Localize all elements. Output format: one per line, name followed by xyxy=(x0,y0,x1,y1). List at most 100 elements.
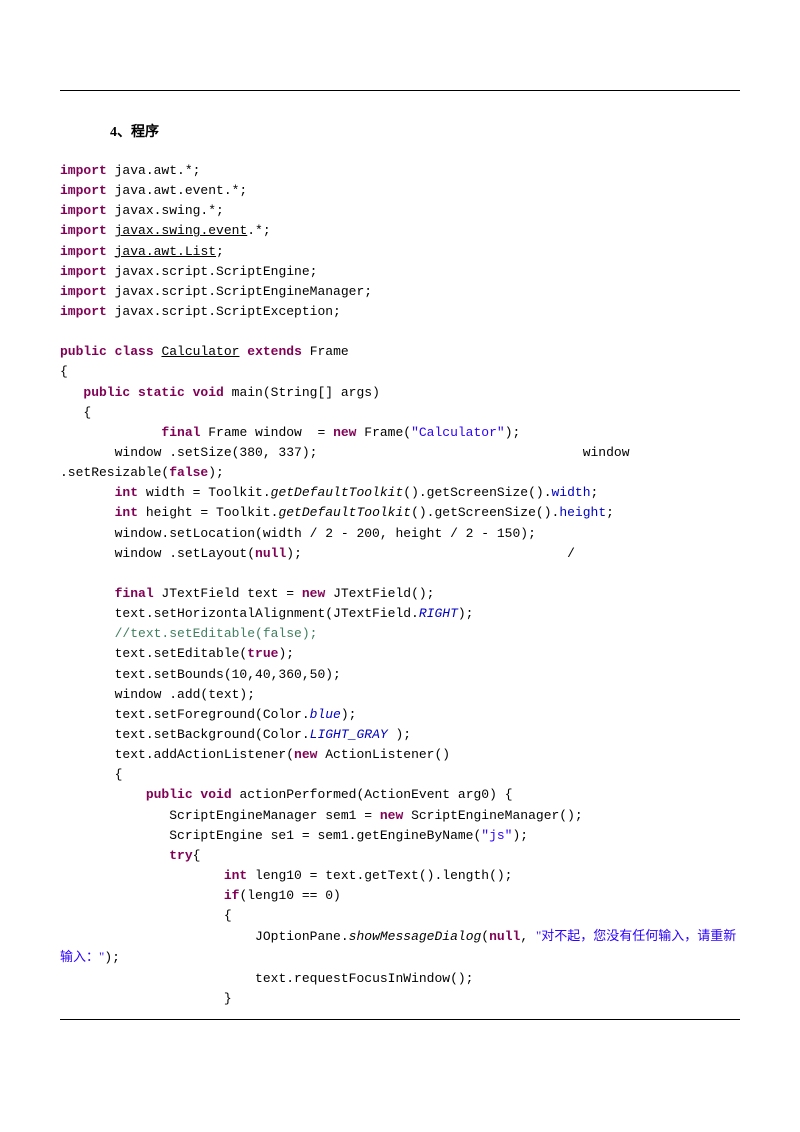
underlined-package: javax.swing.event xyxy=(115,223,248,238)
indent xyxy=(60,868,224,883)
keyword: import xyxy=(60,183,107,198)
code-text: text.requestFocusInWindow(); xyxy=(60,971,473,986)
code-text: width = Toolkit. xyxy=(138,485,271,500)
keyword: public static void xyxy=(83,385,223,400)
static-field: blue xyxy=(310,707,341,722)
keyword: null xyxy=(255,546,286,561)
comment: //text.setEditable(false); xyxy=(60,626,317,641)
code-text: leng10 = text.getText().length(); xyxy=(247,868,512,883)
code-text: ; xyxy=(591,485,599,500)
code-text: ActionListener() xyxy=(317,747,450,762)
keyword: extends xyxy=(247,344,302,359)
code-text: window xyxy=(583,445,630,460)
code-text: { xyxy=(60,767,122,782)
static-method: getDefaultToolkit xyxy=(271,485,404,500)
code-text: text.setBounds(10,40,360,50); xyxy=(60,667,341,682)
code-text: ); xyxy=(278,646,294,661)
code-text: height = Toolkit. xyxy=(138,505,278,520)
indent xyxy=(60,586,115,601)
code-text: { xyxy=(60,908,232,923)
static-field: RIGHT xyxy=(419,606,458,621)
keyword: true xyxy=(247,646,278,661)
code-text: } xyxy=(60,991,232,1006)
code-text: ); xyxy=(513,828,529,843)
static-field: LIGHT_GRAY xyxy=(310,727,396,742)
code-text: .setResizable( xyxy=(60,465,169,480)
indent xyxy=(60,888,224,903)
code-text: { xyxy=(60,364,68,379)
code-text: javax.swing.*; xyxy=(107,203,224,218)
keyword: try xyxy=(169,848,192,863)
indent xyxy=(60,485,115,500)
indent xyxy=(60,425,161,440)
keyword: final xyxy=(161,425,200,440)
keyword: int xyxy=(115,485,138,500)
keyword: public void xyxy=(146,787,232,802)
code-text: window.setLocation(width / 2 - 200, heig… xyxy=(60,526,536,541)
code-text: Frame window = xyxy=(200,425,333,440)
static-method: getDefaultToolkit xyxy=(278,505,411,520)
keyword: class xyxy=(115,344,154,359)
code-text: javax.script.ScriptException; xyxy=(107,304,341,319)
code-text: ().getScreenSize(). xyxy=(411,505,559,520)
code-text: ; xyxy=(216,244,224,259)
keyword: import xyxy=(60,203,107,218)
code-text: text.setEditable( xyxy=(60,646,247,661)
code-text: ); xyxy=(395,727,411,742)
code-text: , xyxy=(520,929,536,944)
keyword: new xyxy=(302,586,325,601)
code-text: ( xyxy=(481,929,489,944)
code-text: JOptionPane. xyxy=(60,929,349,944)
code-text: / xyxy=(302,546,575,561)
code-text: text.setBackground(Color. xyxy=(60,727,310,742)
bottom-divider xyxy=(60,1019,740,1020)
keyword: import xyxy=(60,264,107,279)
keyword: import xyxy=(60,163,107,178)
code-text: ScriptEngineManager(); xyxy=(403,808,582,823)
code-text: JTextField(); xyxy=(325,586,434,601)
code-text: { xyxy=(60,405,91,420)
keyword: import xyxy=(60,223,107,238)
code-text: (leng10 == 0) xyxy=(239,888,340,903)
code-text: window .setLayout( xyxy=(60,546,255,561)
indent xyxy=(60,385,83,400)
keyword: new xyxy=(333,425,356,440)
indent xyxy=(60,848,169,863)
keyword: import xyxy=(60,304,107,319)
keyword: int xyxy=(224,868,247,883)
code-text: text.setForeground(Color. xyxy=(60,707,310,722)
code-text: actionPerformed(ActionEvent arg0) { xyxy=(232,787,513,802)
code-text: ); xyxy=(458,606,474,621)
code-text: java.awt.*; xyxy=(107,163,201,178)
static-method: showMessageDialog xyxy=(349,929,482,944)
code-text: window .add(text); xyxy=(60,687,255,702)
code-text: window .setSize(380, 337); xyxy=(60,445,317,460)
code-text: ); xyxy=(286,546,302,561)
code-text: { xyxy=(193,848,201,863)
top-divider xyxy=(60,90,740,91)
string-literal: "js" xyxy=(481,828,512,843)
code-text: javax.script.ScriptEngineManager; xyxy=(107,284,372,299)
document-page: 4、程序 import java.awt.*; import java.awt.… xyxy=(0,0,800,1040)
string-literal: "Calculator" xyxy=(411,425,505,440)
field: width xyxy=(552,485,591,500)
code-text: text.setHorizontalAlignment(JTextField. xyxy=(60,606,419,621)
keyword: false xyxy=(169,465,208,480)
code-text: text.addActionListener( xyxy=(60,747,294,762)
code-text: .*; xyxy=(247,223,270,238)
code-text: ; xyxy=(606,505,614,520)
code-text: ().getScreenSize(). xyxy=(403,485,551,500)
code-text: JTextField text = xyxy=(154,586,302,601)
code-text: java.awt.event.*; xyxy=(107,183,247,198)
keyword: import xyxy=(60,284,107,299)
keyword: import xyxy=(60,244,107,259)
keyword: null xyxy=(489,929,520,944)
code-block: import java.awt.*; import java.awt.event… xyxy=(60,161,740,1009)
code-text: ScriptEngineManager sem1 = xyxy=(60,808,380,823)
code-text: Frame( xyxy=(356,425,411,440)
field: height xyxy=(559,505,606,520)
indent xyxy=(60,505,115,520)
indent xyxy=(60,787,146,802)
code-text: Frame xyxy=(302,344,349,359)
keyword: new xyxy=(380,808,403,823)
